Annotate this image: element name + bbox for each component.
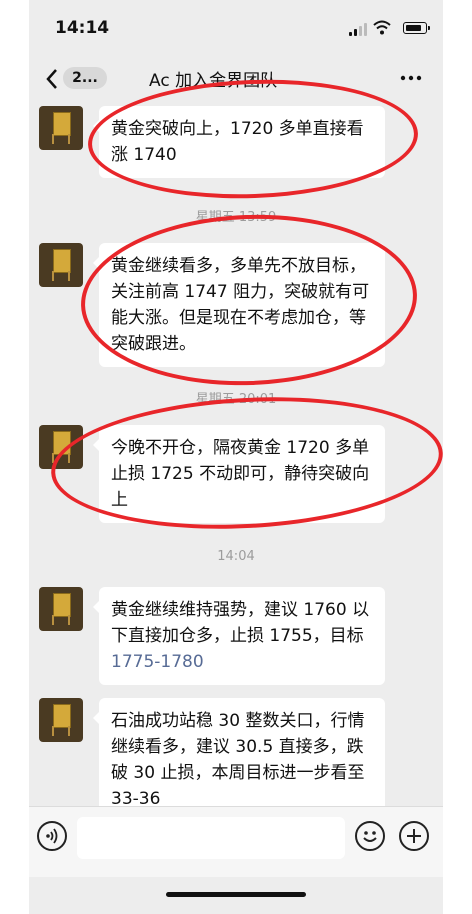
message-text: 黄金继续维持强势，建议 1760 以下直接加仓多，止损 1755，目标	[111, 600, 370, 646]
chat-title: Ac 加入金界团队	[149, 71, 278, 91]
avatar[interactable]	[39, 106, 83, 150]
message-text: 黄金继续看多，多单先不放目标，关注前高 1747 阻力，突破就有可能大涨。但是现…	[111, 256, 370, 354]
timestamp: 星期五 20:01	[195, 392, 277, 407]
avatar[interactable]	[39, 425, 83, 469]
home-indicator	[166, 892, 306, 897]
message-bubble[interactable]: 黄金继续维持强势，建议 1760 以下直接加仓多，止损 1755，目标 1775-…	[93, 587, 385, 685]
timestamp: 14:04	[217, 549, 255, 564]
message-bubble[interactable]: 黄金继续看多，多单先不放目标，关注前高 1747 阻力，突破就有可能大涨。但是现…	[93, 243, 385, 367]
screenshot-frame: 14:14 2... Ac 加入金界团队 黄金突破向上，1720 多单直接看涨 …	[0, 0, 472, 914]
message-input[interactable]	[77, 817, 345, 859]
more-dots-icon[interactable]	[399, 66, 423, 90]
wifi-icon	[373, 20, 391, 35]
message-text: 今晚不开仓，隔夜黄金 1720 多单止损 1725 不动即可，静待突破向上	[111, 438, 370, 510]
avatar[interactable]	[39, 698, 83, 742]
chat-header: 2... Ac 加入金界团队	[29, 58, 443, 100]
status-bar: 14:14	[29, 0, 443, 58]
timestamp: 星期五 13:59	[195, 210, 277, 225]
message-bubble[interactable]: 石油成功站稳 30 整数关口，行情继续看多，建议 30.5 直接多，跌破 30 …	[93, 698, 385, 822]
avatar[interactable]	[39, 587, 83, 631]
battery-icon	[403, 22, 430, 34]
unread-badge[interactable]: 2...	[63, 67, 107, 89]
message-text: 石油成功站稳 30 整数关口，行情继续看多，建议 30.5 直接多，跌破 30 …	[111, 711, 365, 809]
avatar[interactable]	[39, 243, 83, 287]
plus-icon[interactable]	[399, 821, 429, 851]
status-time: 14:14	[55, 18, 110, 38]
input-bar	[29, 806, 443, 877]
voice-icon[interactable]	[37, 821, 67, 851]
message-bubble[interactable]: 黄金突破向上，1720 多单直接看涨 1740	[93, 106, 385, 178]
phone-screen: 14:14 2... Ac 加入金界团队 黄金突破向上，1720 多单直接看涨 …	[29, 0, 443, 914]
message-link[interactable]: 1775-1780	[111, 652, 204, 672]
emoji-icon[interactable]	[355, 821, 385, 851]
signal-icon	[349, 22, 369, 36]
message-bubble[interactable]: 今晚不开仓，隔夜黄金 1720 多单止损 1725 不动即可，静待突破向上	[93, 425, 385, 523]
chevron-left-icon[interactable]	[43, 67, 63, 91]
message-text: 黄金突破向上，1720 多单直接看涨 1740	[111, 119, 364, 165]
